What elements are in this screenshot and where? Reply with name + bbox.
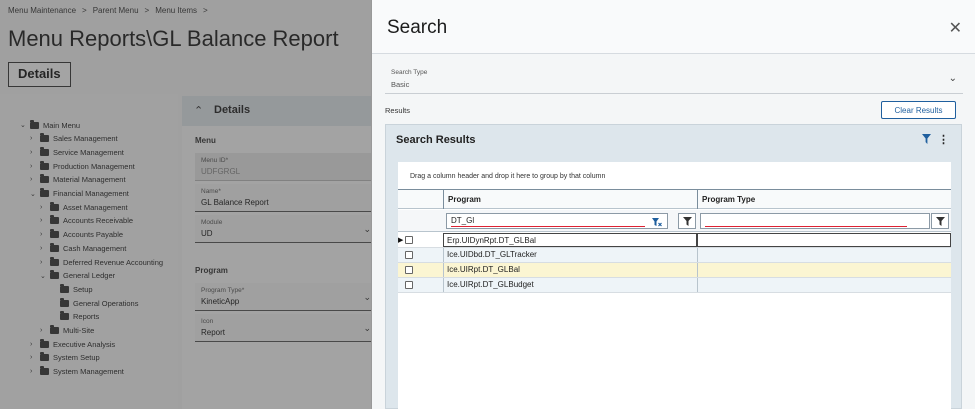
row-checkbox[interactable] xyxy=(405,251,413,259)
grid-header-row: Program Program Type xyxy=(398,189,951,209)
filter-icon[interactable] xyxy=(931,213,949,229)
search-results-title: Search Results xyxy=(396,134,476,146)
program-cell[interactable]: Ice.UIDbd.DT_GLTracker xyxy=(443,248,697,262)
program-type-filter-input[interactable] xyxy=(700,213,930,229)
more-vertical-icon[interactable]: ⋮ xyxy=(938,133,949,146)
row-pointer-icon: ▶ xyxy=(398,237,404,244)
filter-icon[interactable] xyxy=(922,134,931,144)
program-type-cell[interactable] xyxy=(697,263,951,277)
program-cell[interactable]: Ice.UIRpt.DT_GLBal xyxy=(443,263,697,277)
row-checkbox[interactable] xyxy=(405,236,413,244)
results-label: Results xyxy=(385,106,411,115)
search-header: Search ✕ xyxy=(372,0,975,54)
search-title: Search xyxy=(387,17,448,38)
row-checkbox[interactable] xyxy=(405,281,413,289)
row-checkbox[interactable] xyxy=(405,266,413,274)
grid-filter-row: DT_Gl xyxy=(398,210,951,232)
clear-filter-icon[interactable] xyxy=(652,215,662,227)
chevron-down-icon[interactable]: ⌄ xyxy=(949,73,957,84)
search-type-dropdown[interactable]: Search Type Basic ⌄ xyxy=(385,64,963,94)
program-type-cell[interactable] xyxy=(697,248,951,262)
search-type-label: Search Type xyxy=(391,69,428,76)
program-cell[interactable]: Erp.UIDynRpt.DT_GLBal xyxy=(443,233,697,247)
column-header-program[interactable]: Program xyxy=(443,190,697,209)
group-hint: Drag a column header and drop it here to… xyxy=(410,173,606,180)
program-type-cell[interactable] xyxy=(697,233,951,247)
search-panel: Search ✕ Search Type Basic ⌄ Results Cle… xyxy=(371,0,975,409)
search-results-card: Search Results ⋮ Drag a column header an… xyxy=(385,124,962,409)
program-filter-input[interactable]: DT_Gl xyxy=(446,213,668,229)
table-row[interactable]: ▶ Erp.UIDynRpt.DT_GLBal xyxy=(398,233,951,248)
filter-icon[interactable] xyxy=(678,213,696,229)
results-grid: Drag a column header and drop it here to… xyxy=(398,162,951,409)
search-type-value: Basic xyxy=(391,80,410,89)
program-cell[interactable]: Ice.UIRpt.DT_GLBudget xyxy=(443,278,697,292)
table-row[interactable]: Ice.UIDbd.DT_GLTracker xyxy=(398,248,951,263)
clear-results-button[interactable]: Clear Results xyxy=(881,101,956,119)
table-row[interactable]: Ice.UIRpt.DT_GLBal xyxy=(398,263,951,278)
column-header-program-type[interactable]: Program Type xyxy=(697,190,951,209)
table-row[interactable]: Ice.UIRpt.DT_GLBudget xyxy=(398,278,951,293)
program-type-cell[interactable] xyxy=(697,278,951,292)
close-icon[interactable]: ✕ xyxy=(949,18,962,38)
modal-overlay[interactable] xyxy=(0,0,371,409)
